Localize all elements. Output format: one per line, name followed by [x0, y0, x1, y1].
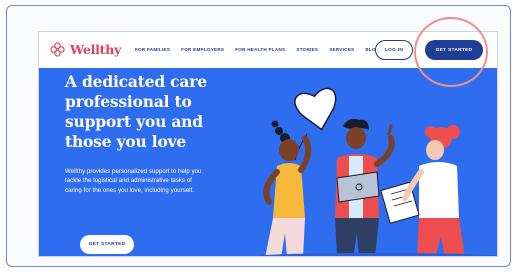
- heart-balloon-icon: [294, 87, 337, 161]
- nav-get-started-button[interactable]: GET STARTED: [425, 40, 483, 60]
- hero-title: A dedicated care professional to support…: [65, 72, 207, 151]
- person-left-illustration: [263, 120, 312, 256]
- hero-description: Wellthy provides personalized support to…: [65, 168, 202, 194]
- brand-name: Wellthy: [70, 42, 122, 57]
- brand-logo[interactable]: Wellthy: [49, 41, 121, 58]
- hero-get-started-button[interactable]: GET STARTED: [80, 235, 134, 254]
- wellthy-flower-icon: [50, 42, 65, 57]
- login-button[interactable]: LOG IN: [375, 40, 413, 60]
- top-navigation: Wellthy FOR FAMILIES FOR EMPLOYERS FOR H…: [39, 32, 497, 68]
- nav-link-for-families[interactable]: FOR FAMILIES: [135, 47, 170, 52]
- nav-link-for-health-plans[interactable]: FOR HEALTH PLANS: [235, 47, 285, 52]
- person-center-illustration: [335, 118, 395, 256]
- nav-links: FOR FAMILIES FOR EMPLOYERS FOR HEALTH PL…: [135, 47, 391, 52]
- nav-link-stories[interactable]: STORIES: [296, 47, 318, 52]
- hero-illustration: [259, 87, 497, 256]
- nav-link-services[interactable]: SERVICES: [329, 47, 354, 52]
- website-viewport: Wellthy FOR FAMILIES FOR EMPLOYERS FOR H…: [38, 31, 498, 257]
- nav-link-for-employers[interactable]: FOR EMPLOYERS: [181, 47, 224, 52]
